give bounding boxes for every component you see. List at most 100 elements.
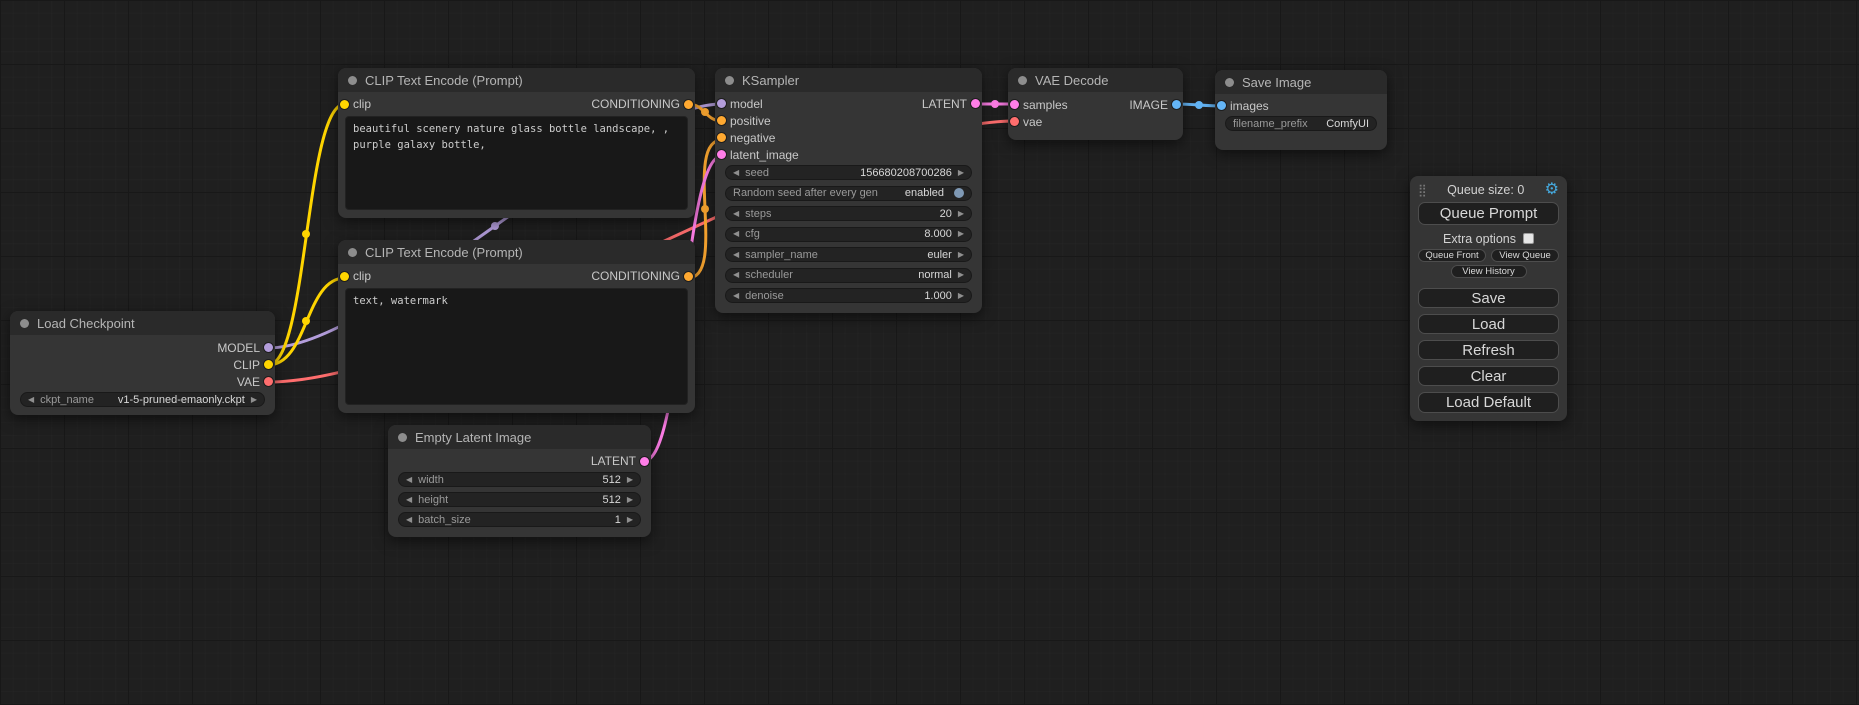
node-title-bar[interactable]: KSampler — [715, 68, 982, 92]
negative-prompt-textarea[interactable]: text, watermark — [345, 288, 688, 405]
width-widget[interactable]: ◀ width 512 ▶ — [398, 472, 641, 487]
collapse-dot[interactable] — [1018, 76, 1027, 85]
load-default-button[interactable]: Load Default — [1418, 392, 1559, 413]
increment-arrow-icon[interactable]: ▶ — [958, 251, 964, 259]
queue-prompt-button[interactable]: Queue Prompt — [1418, 202, 1559, 225]
node-load-checkpoint[interactable]: Load Checkpoint MODEL CLIP VAE ◀ ckpt_na… — [10, 311, 275, 415]
node-title-bar[interactable]: Load Checkpoint — [10, 311, 275, 335]
increment-arrow-icon[interactable]: ▶ — [958, 210, 964, 218]
increment-arrow-icon[interactable]: ▶ — [958, 169, 964, 177]
seed-widget[interactable]: ◀ seed 156680208700286 ▶ — [725, 165, 972, 180]
toggle-dot[interactable] — [954, 188, 964, 198]
queue-front-button[interactable]: Queue Front — [1418, 249, 1486, 262]
node-title-bar[interactable]: CLIP Text Encode (Prompt) — [338, 68, 695, 92]
collapse-dot[interactable] — [348, 248, 357, 257]
save-button[interactable]: Save — [1418, 288, 1559, 308]
vae-output-dot[interactable] — [264, 377, 273, 386]
node-clip-text-encode-positive[interactable]: CLIP Text Encode (Prompt) clip CONDITION… — [338, 68, 695, 218]
input-slot-clip: clip — [338, 95, 371, 113]
decrement-arrow-icon[interactable]: ◀ — [406, 516, 412, 524]
positive-prompt-textarea[interactable]: beautiful scenery nature glass bottle la… — [345, 116, 688, 210]
node-title-bar[interactable]: CLIP Text Encode (Prompt) — [338, 240, 695, 264]
clip-input-dot[interactable] — [340, 100, 349, 109]
node-title-bar[interactable]: Empty Latent Image — [388, 425, 651, 449]
image-output-dot[interactable] — [1172, 100, 1181, 109]
decrement-arrow-icon[interactable]: ◀ — [733, 169, 739, 177]
increment-arrow-icon[interactable]: ▶ — [251, 396, 257, 404]
decrement-arrow-icon[interactable]: ◀ — [733, 210, 739, 218]
node-save-image[interactable]: Save Image images filename_prefix ComfyU… — [1215, 70, 1387, 150]
model-input-dot[interactable] — [717, 99, 726, 108]
wire-model-midpoint-dot — [491, 222, 499, 230]
view-history-button[interactable]: View History — [1451, 265, 1527, 278]
widget-value: euler — [927, 249, 951, 261]
model-output-dot[interactable] — [264, 343, 273, 352]
output-slot-model: MODEL — [217, 339, 275, 356]
graph-canvas[interactable]: Load Checkpoint MODEL CLIP VAE ◀ ckpt_na… — [0, 0, 1859, 705]
node-ksampler[interactable]: KSampler model positive negative latent_… — [715, 68, 982, 313]
gear-icon[interactable]: ⚙ — [1545, 182, 1559, 198]
collapse-dot[interactable] — [348, 76, 357, 85]
refresh-button[interactable]: Refresh — [1418, 340, 1559, 360]
increment-arrow-icon[interactable]: ▶ — [958, 292, 964, 300]
node-title: Empty Latent Image — [415, 430, 531, 445]
sampler-name-widget[interactable]: ◀ sampler_name euler ▶ — [725, 247, 972, 262]
node-title: Load Checkpoint — [37, 316, 135, 331]
random-seed-widget[interactable]: Random seed after every gen enabled — [725, 186, 972, 201]
latent-output-dot[interactable] — [971, 99, 980, 108]
view-queue-button[interactable]: View Queue — [1491, 249, 1559, 262]
decrement-arrow-icon[interactable]: ◀ — [406, 476, 412, 484]
increment-arrow-icon[interactable]: ▶ — [958, 271, 964, 279]
batch-size-widget[interactable]: ◀ batch_size 1 ▶ — [398, 512, 641, 527]
collapse-dot[interactable] — [725, 76, 734, 85]
node-title-bar[interactable]: VAE Decode — [1008, 68, 1183, 92]
output-slot-latent: LATENT — [591, 452, 651, 470]
samples-input-dot[interactable] — [1010, 100, 1019, 109]
decrement-arrow-icon[interactable]: ◀ — [733, 271, 739, 279]
vae-input-dot[interactable] — [1010, 117, 1019, 126]
node-empty-latent-image[interactable]: Empty Latent Image LATENT ◀ width 512 ▶ … — [388, 425, 651, 537]
decrement-arrow-icon[interactable]: ◀ — [733, 251, 739, 259]
collapse-dot[interactable] — [398, 433, 407, 442]
filename-prefix-widget[interactable]: filename_prefix ComfyUI — [1225, 116, 1377, 131]
node-title: VAE Decode — [1035, 73, 1108, 88]
collapse-dot[interactable] — [20, 319, 29, 328]
increment-arrow-icon[interactable]: ▶ — [627, 476, 633, 484]
node-vae-decode[interactable]: VAE Decode samples vae IMAGE — [1008, 68, 1183, 140]
images-input-dot[interactable] — [1217, 101, 1226, 110]
denoise-widget[interactable]: ◀ denoise 1.000 ▶ — [725, 288, 972, 303]
steps-widget[interactable]: ◀ steps 20 ▶ — [725, 206, 972, 221]
decrement-arrow-icon[interactable]: ◀ — [406, 496, 412, 504]
negative-input-dot[interactable] — [717, 133, 726, 142]
load-button[interactable]: Load — [1418, 314, 1559, 334]
increment-arrow-icon[interactable]: ▶ — [958, 230, 964, 238]
conditioning-output-dot[interactable] — [684, 272, 693, 281]
slot-label: clip — [353, 269, 371, 283]
clear-button[interactable]: Clear — [1418, 366, 1559, 386]
collapse-dot[interactable] — [1225, 78, 1234, 87]
node-clip-text-encode-negative[interactable]: CLIP Text Encode (Prompt) clip CONDITION… — [338, 240, 695, 413]
clip-input-dot[interactable] — [340, 272, 349, 281]
widget-label: seed — [745, 167, 769, 179]
height-widget[interactable]: ◀ height 512 ▶ — [398, 492, 641, 507]
widget-label: denoise — [745, 290, 784, 302]
ckpt-name-widget[interactable]: ◀ ckpt_name v1-5-pruned-emaonly.ckpt ▶ — [20, 392, 265, 407]
node-title-bar[interactable]: Save Image — [1215, 70, 1387, 94]
slot-label: LATENT — [591, 454, 636, 468]
cfg-widget[interactable]: ◀ cfg 8.000 ▶ — [725, 227, 972, 242]
decrement-arrow-icon[interactable]: ◀ — [733, 292, 739, 300]
increment-arrow-icon[interactable]: ▶ — [627, 496, 633, 504]
input-slot-latent-image: latent_image — [715, 146, 799, 163]
scheduler-widget[interactable]: ◀ scheduler normal ▶ — [725, 268, 972, 283]
decrement-arrow-icon[interactable]: ◀ — [28, 396, 34, 404]
conditioning-output-dot[interactable] — [684, 100, 693, 109]
output-slot-vae: VAE — [237, 373, 275, 390]
increment-arrow-icon[interactable]: ▶ — [627, 516, 633, 524]
positive-input-dot[interactable] — [717, 116, 726, 125]
latent-output-dot[interactable] — [640, 457, 649, 466]
decrement-arrow-icon[interactable]: ◀ — [733, 230, 739, 238]
clip-output-dot[interactable] — [264, 360, 273, 369]
drag-handle-icon[interactable]: ⣿ — [1418, 184, 1427, 196]
latent-image-input-dot[interactable] — [717, 150, 726, 159]
extra-options-checkbox[interactable] — [1523, 233, 1534, 244]
